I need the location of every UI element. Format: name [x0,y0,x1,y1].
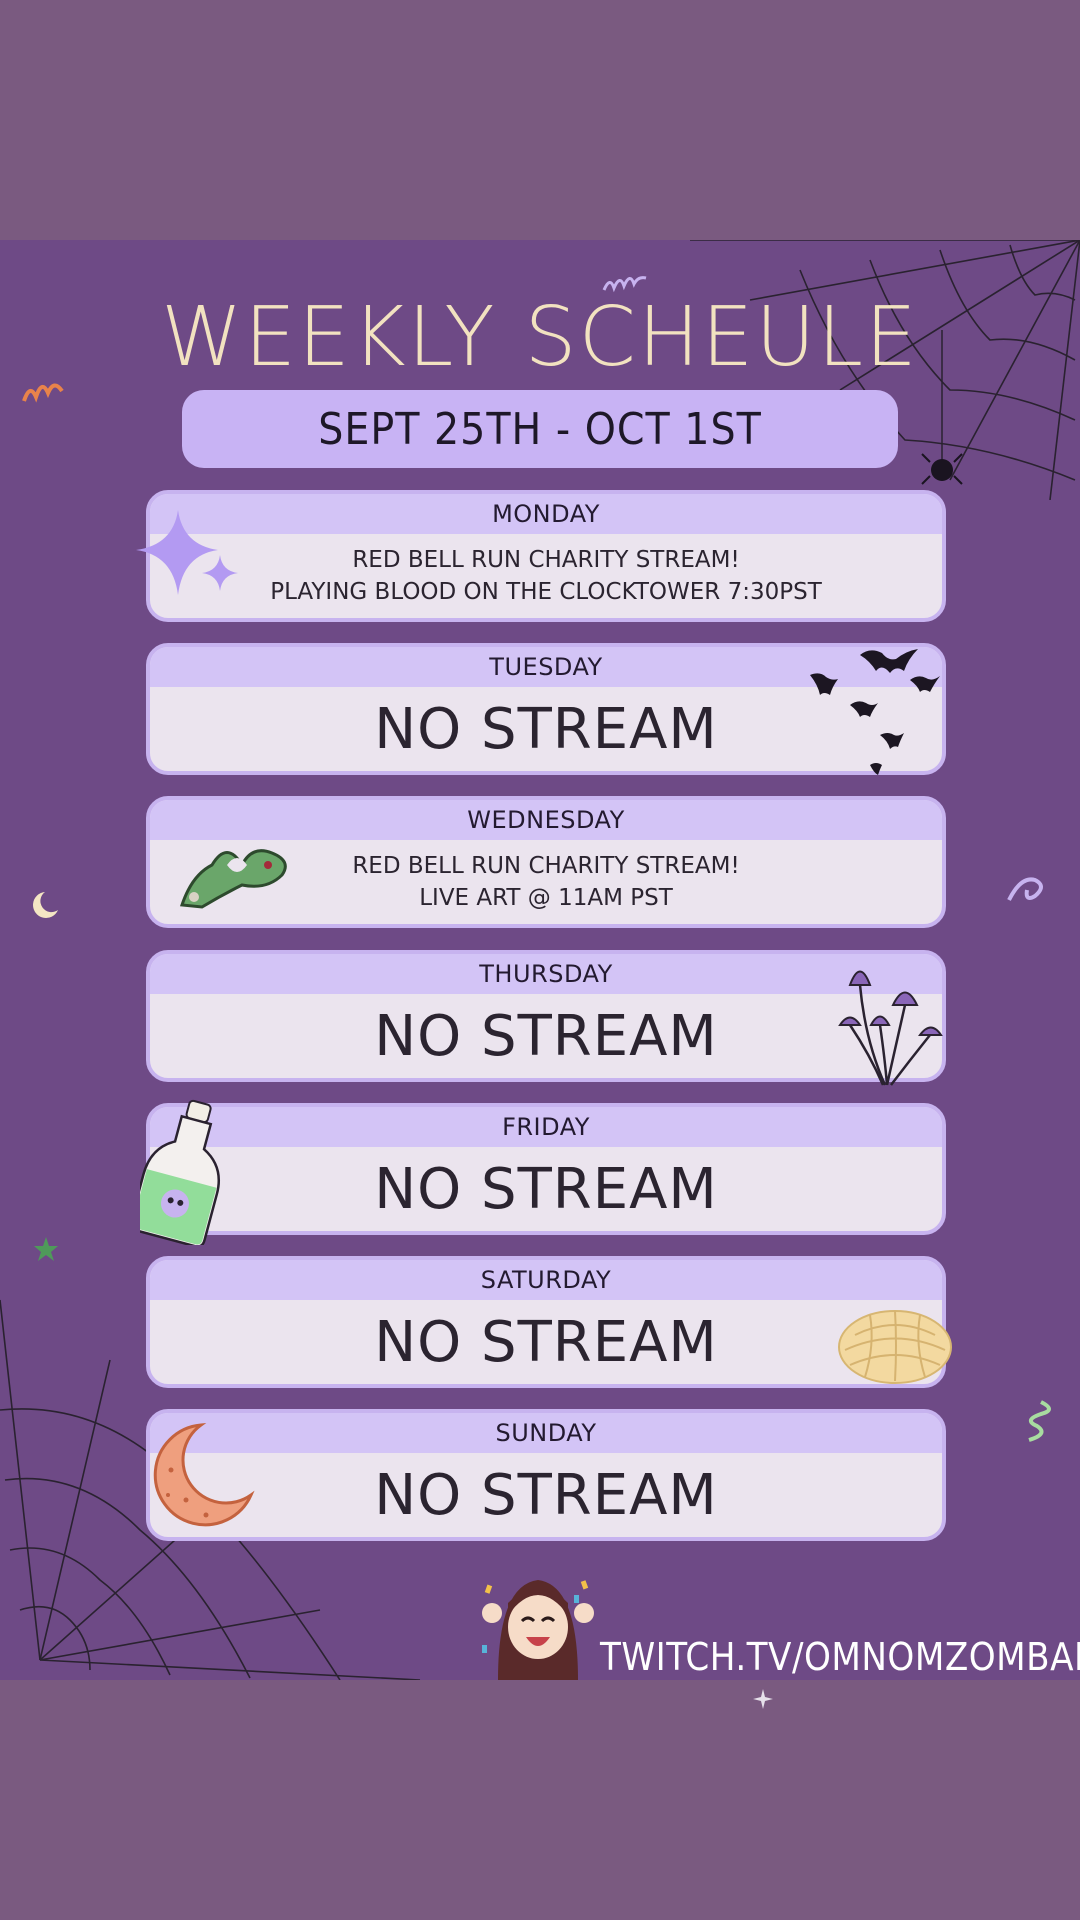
zombie-hands-heart-icon [179,849,287,909]
sparkle-icon [136,510,238,595]
day-label: FRIDAY [150,1107,942,1147]
crescent-moon-icon [153,1423,255,1527]
schedule-poster: WEEKLY SCHEULE SEPT 25TH - OCT 1ST MONDA… [0,240,1080,1680]
stream-status: NO STREAM [374,1462,718,1528]
day-card-thursday: THURSDAY NO STREAM [146,950,946,1082]
concha-bread-icon [838,1310,952,1384]
stream-status: NO STREAM [374,696,718,762]
date-range: SEPT 25TH - OCT 1ST [182,390,898,468]
star-icon [34,1237,58,1261]
bats-icon [810,649,940,775]
stream-status: NO STREAM [374,1003,718,1069]
swirl-icon [1007,877,1043,901]
streamer-avatar [482,1580,594,1680]
event-title: RED BELL RUN CHARITY STREAM! [352,853,740,879]
day-label: THURSDAY [150,954,942,994]
mushrooms-icon [838,970,943,1086]
swirl-icon [602,276,647,293]
swirl-icon [1028,1400,1051,1442]
day-label: MONDAY [150,494,942,534]
day-label: SUNDAY [150,1413,942,1453]
sparkle-icon [753,1689,773,1709]
event-title: RED BELL RUN CHARITY STREAM! [352,547,740,573]
day-label: WEDNESDAY [150,800,942,840]
stream-status: NO STREAM [374,1309,718,1375]
day-card-saturday: SATURDAY NO STREAM [146,1256,946,1388]
potion-bottle-icon [140,1099,221,1245]
twitch-link[interactable]: TWITCH.TV/OMNOMZOMBABE [600,1635,1080,1679]
day-card-friday: FRIDAY NO STREAM [146,1103,946,1235]
event-detail: PLAYING BLOOD ON THE CLOCKTOWER 7:30PST [270,579,822,605]
crescent-moon-icon [33,892,58,918]
day-card-monday: MONDAY RED BELL RUN CHARITY STREAM! PLAY… [146,490,946,622]
page-title: WEEKLY SCHEULE [161,290,919,385]
day-label: SATURDAY [150,1260,942,1300]
day-card-sunday: SUNDAY NO STREAM [146,1409,946,1541]
swirl-icon [22,383,64,403]
event-detail: LIVE ART @ 11AM PST [419,885,673,911]
stream-status: NO STREAM [374,1156,718,1222]
